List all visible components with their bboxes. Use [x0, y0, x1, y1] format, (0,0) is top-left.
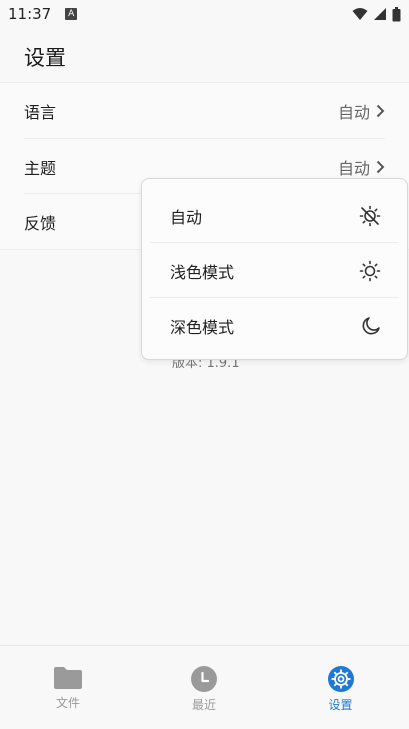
settings-item-language[interactable]: 语言 自动: [0, 83, 409, 138]
settings-item-value: 自动: [337, 102, 370, 122]
auto-brightness-icon: [359, 205, 381, 226]
nav-item-label: 设置: [328, 698, 353, 712]
bottom-navigation: 文件 最近 设置: [0, 645, 409, 728]
status-bar: 11:37 A: [0, 0, 409, 28]
settings-item-label: 主题: [24, 158, 57, 178]
theme-option-dark[interactable]: 深色模式: [150, 298, 399, 353]
nav-item-settings[interactable]: 设置: [272, 646, 409, 729]
sun-icon: [359, 260, 381, 281]
nav-item-label: 文件: [55, 696, 80, 710]
settings-item-label: 语言: [24, 102, 57, 122]
theme-option-label: 深色模式: [170, 317, 235, 337]
battery-icon: [392, 6, 401, 21]
nav-item-label: 最近: [191, 698, 216, 712]
chevron-right-icon: [376, 104, 385, 117]
theme-menu: 自动 浅色模式 深色模式: [141, 178, 408, 360]
settings-item-label: 反馈: [24, 213, 57, 233]
theme-option-label: 自动: [170, 207, 203, 227]
theme-option-auto[interactable]: 自动: [150, 188, 399, 243]
gear-icon: [327, 666, 354, 692]
chevron-right-icon: [376, 160, 385, 173]
clock-icon: [191, 666, 217, 692]
theme-option-light[interactable]: 浅色模式: [150, 243, 399, 298]
nav-item-files[interactable]: 文件: [0, 646, 136, 729]
folder-icon: [54, 667, 82, 689]
theme-option-label: 浅色模式: [170, 262, 235, 282]
settings-item-value: 自动: [337, 158, 370, 178]
status-time: 11:37: [8, 5, 52, 23]
wifi-icon: [352, 8, 368, 20]
notification-badge-icon: A: [65, 8, 78, 20]
signal-icon: [374, 8, 386, 20]
moon-icon: [362, 316, 380, 334]
nav-item-recent[interactable]: 最近: [136, 646, 272, 729]
page-title: 设置: [24, 46, 66, 70]
